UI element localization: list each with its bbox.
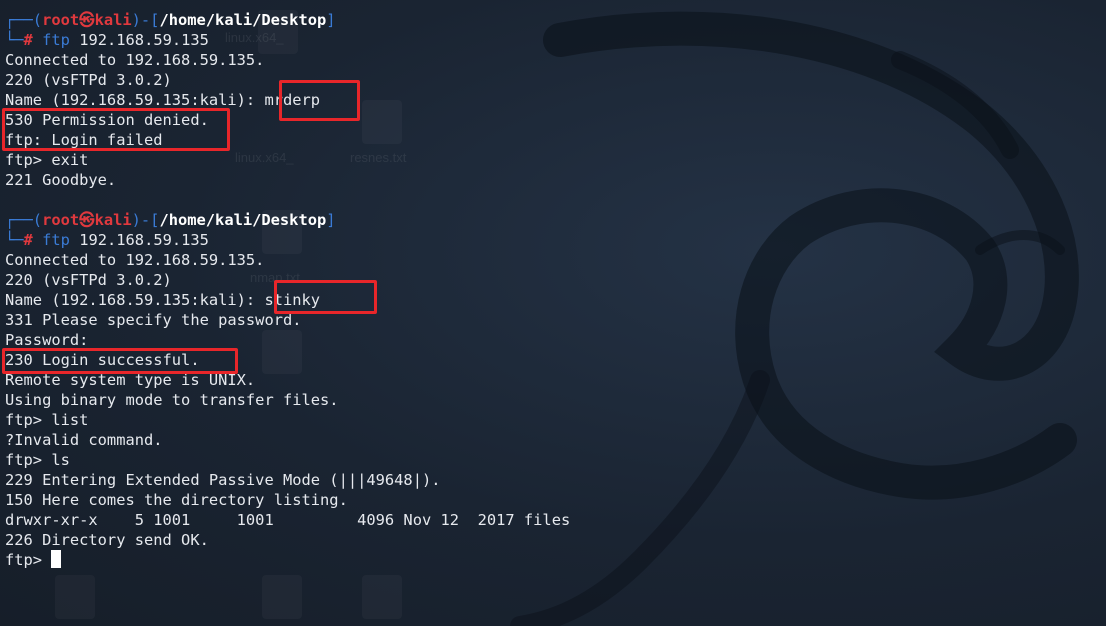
highlight-box-login-failed — [2, 108, 230, 151]
prompt-hash: # — [23, 231, 33, 249]
output-line: drwxr-xr-x 5 1001 1001 4096 Nov 12 2017 … — [5, 511, 571, 529]
prompt-user: root — [42, 211, 80, 229]
desktop-file-icon — [362, 575, 402, 619]
shell-prompt-top: ┌──(root㉿kali)-[/home/kali/Desktop] — [5, 10, 570, 30]
shell-prompt-command: └─# ftp 192.168.59.135 — [5, 230, 570, 250]
output-line: ftp> list — [5, 411, 89, 429]
prompt-path: /home/kali/Desktop — [159, 11, 327, 29]
output-line: ftp> ls — [5, 451, 70, 469]
command-args: 192.168.59.135 — [79, 231, 209, 249]
skull-icon: ㉿ — [79, 211, 95, 229]
output-line: 221 Goodbye. — [5, 171, 117, 189]
prompt-separator: )-[ — [131, 11, 160, 29]
output-line: 229 Entering Extended Passive Mode (|||4… — [5, 471, 441, 489]
highlight-box-username-stinky — [274, 280, 377, 314]
output-line: Connected to 192.168.59.135. — [5, 51, 265, 69]
highlight-box-username-mrderp — [279, 80, 360, 121]
prompt-host: kali — [94, 211, 132, 229]
output-line: Using binary mode to transfer files. — [5, 391, 339, 409]
shell-prompt-top: ┌──(root㉿kali)-[/home/kali/Desktop] — [5, 210, 570, 230]
highlight-box-login-successful — [2, 348, 238, 374]
output-line: 150 Here comes the directory listing. — [5, 491, 348, 509]
output-line: ftp> exit — [5, 151, 89, 169]
desktop-file-icon — [262, 575, 302, 619]
input-line[interactable]: ftp> — [5, 550, 570, 570]
prompt-user: root — [42, 11, 80, 29]
prompt-path: /home/kali/Desktop — [159, 211, 327, 229]
prompt-separator: )-[ — [131, 211, 160, 229]
prompt-corner: └─ — [5, 231, 24, 249]
prompt-hash: # — [23, 31, 33, 49]
output-line: Connected to 192.168.59.135. — [5, 251, 265, 269]
output-line: Password: — [5, 331, 89, 349]
text-cursor[interactable] — [51, 550, 62, 568]
desktop-file-icon — [55, 575, 95, 619]
prompt-bracket: ] — [326, 11, 336, 29]
command-name: ftp — [42, 231, 70, 249]
shell-prompt-command: └─# ftp 192.168.59.135 — [5, 30, 570, 50]
prompt-host: kali — [94, 11, 132, 29]
prompt-corner: ┌──( — [5, 211, 43, 229]
command-name: ftp — [42, 31, 70, 49]
output-line: ?Invalid command. — [5, 431, 163, 449]
skull-icon: ㉿ — [79, 11, 95, 29]
output-line: 226 Directory send OK. — [5, 531, 209, 549]
prompt-corner: ┌──( — [5, 11, 43, 29]
prompt-corner: └─ — [5, 31, 24, 49]
ftp-prompt: ftp> — [5, 551, 52, 569]
command-args: 192.168.59.135 — [79, 31, 209, 49]
prompt-bracket: ] — [326, 211, 336, 229]
